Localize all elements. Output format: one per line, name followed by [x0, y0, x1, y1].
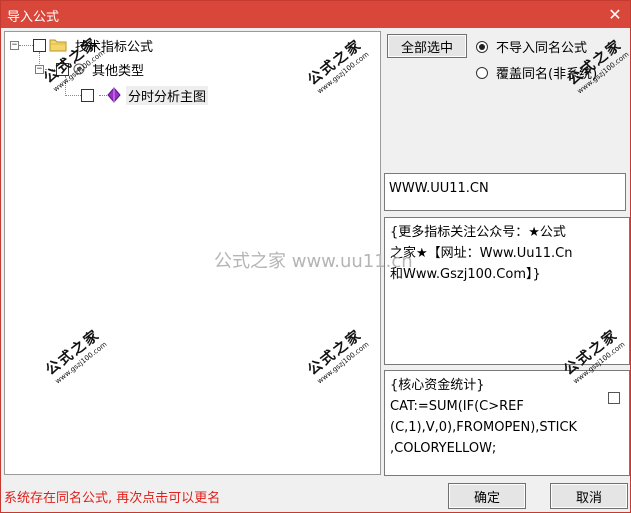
tree-node-category[interactable]: − 其他类型 [35, 60, 145, 79]
cancel-button[interactable]: 取消 [550, 483, 628, 509]
tree-formula-checkbox[interactable] [81, 88, 94, 102]
tree-node-root[interactable]: − 技术指标公式 [10, 36, 154, 55]
category-icon [73, 63, 85, 75]
folder-icon [49, 39, 67, 52]
tree-root-label: 技术指标公式 [75, 39, 154, 55]
ok-button[interactable]: 确定 [448, 483, 526, 509]
radio-overwrite-label: 覆盖同名(非系统) [496, 67, 598, 82]
radio-overwrite[interactable]: 覆盖同名(非系统) [476, 63, 597, 82]
status-message: 系统存在同名公式, 再次点击可以更名 [4, 491, 221, 506]
tree-category-label: 其他类型 [92, 63, 145, 79]
code-option-checkbox[interactable] [608, 392, 620, 404]
close-icon[interactable]: ✕ [604, 4, 626, 24]
tree-connector [65, 76, 66, 96]
code-line: {核心资金统计} [390, 378, 485, 393]
code-line: CAT:=SUM(IF(C>REF [390, 399, 524, 414]
import-formula-dialog: 导入公式 ✕ − 技术指标公式 − 其他类型 分时分析主图 全部选中 不导入同名… [0, 0, 631, 513]
radio-no-import-indicator[interactable] [476, 40, 488, 53]
formula-tree[interactable]: − 技术指标公式 − 其他类型 分时分析主图 [4, 31, 381, 475]
description-line: 和Www.Gszj100.Com】} [390, 267, 541, 282]
formula-name-value: WWW.UU11.CN [389, 181, 489, 196]
formula-name-field[interactable]: WWW.UU11.CN [384, 173, 626, 211]
code-line: (C,1),V,0),FROMOPEN),STICK [390, 420, 578, 435]
collapse-icon[interactable]: − [35, 64, 44, 74]
tree-formula-label: 分时分析主图 [126, 85, 209, 105]
tree-node-formula[interactable]: 分时分析主图 [81, 85, 209, 105]
radio-no-import[interactable]: 不导入同名公式 [476, 37, 587, 56]
code-line: ,COLORYELLOW; [390, 441, 497, 456]
title-bar[interactable]: 导入公式 ✕ [1, 1, 630, 28]
select-all-button[interactable]: 全部选中 [387, 34, 467, 58]
collapse-icon[interactable]: − [10, 40, 19, 50]
description-line: 之家★【网址：Www.Uu11.Cn [390, 246, 573, 261]
import-options-panel: 全部选中 不导入同名公式 覆盖同名(非系统) WWW.UU11.CN {更多指标… [384, 31, 630, 477]
tree-category-checkbox[interactable] [56, 62, 69, 76]
window-title: 导入公式 [7, 10, 60, 25]
formula-icon [107, 87, 121, 103]
radio-overwrite-indicator[interactable] [476, 66, 488, 79]
formula-code-field[interactable]: {核心资金统计} CAT:=SUM(IF(C>REF (C,1),V,0),FR… [384, 370, 630, 476]
tree-root-checkbox[interactable] [33, 38, 46, 52]
radio-no-import-label: 不导入同名公式 [496, 41, 588, 56]
formula-description-field[interactable]: {更多指标关注公众号：★公式 之家★【网址：Www.Uu11.Cn 和Www.G… [384, 217, 630, 365]
description-line: {更多指标关注公众号：★公式 [390, 225, 566, 240]
